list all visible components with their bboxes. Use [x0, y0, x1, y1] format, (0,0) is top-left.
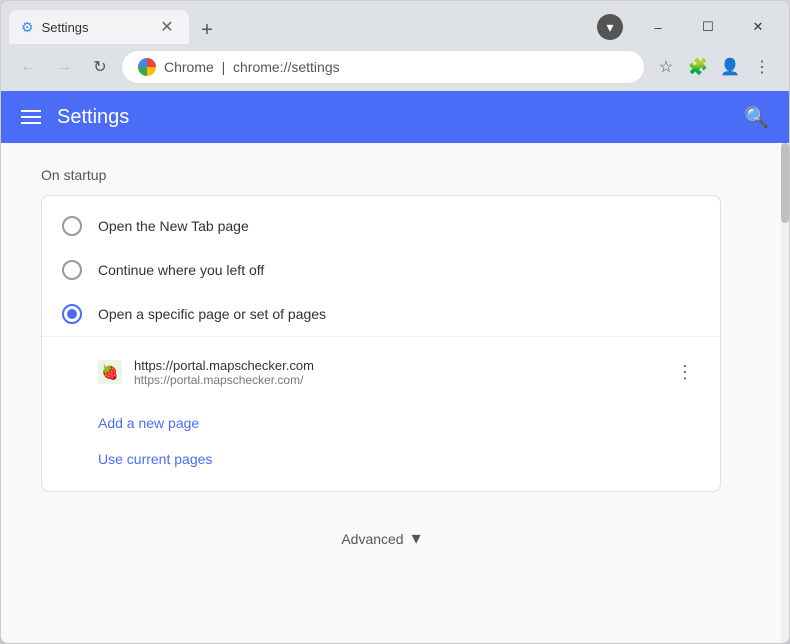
radio-circle-new-tab: [62, 216, 82, 236]
maximize-button[interactable]: ☐: [685, 10, 731, 44]
actions-section: Add a new page Use current pages: [42, 403, 720, 483]
settings-header-left: Settings: [21, 106, 129, 129]
back-button[interactable]: ←: [13, 52, 43, 82]
favicon-icon: 🍓: [101, 364, 118, 381]
tab-strip: ⚙ Settings ✕ +: [9, 10, 589, 44]
reload-button[interactable]: ↻: [85, 52, 115, 82]
hamburger-line-1: [21, 110, 41, 112]
settings-content: On startup Open the New Tab page Continu…: [1, 143, 789, 643]
advanced-section[interactable]: Advanced ▾: [41, 508, 721, 569]
profile-button[interactable]: 👤: [715, 52, 745, 82]
title-bar: ⚙ Settings ✕ + ▾ – ☐ ✕: [1, 1, 789, 45]
close-button[interactable]: ✕: [735, 10, 781, 44]
settings-header: Settings 🔍: [1, 91, 789, 143]
settings-inner: On startup Open the New Tab page Continu…: [1, 143, 761, 593]
dropdown-indicator[interactable]: ▾: [597, 14, 623, 40]
menu-button[interactable]: ⋮: [747, 52, 777, 82]
tab-close-button[interactable]: ✕: [157, 17, 177, 37]
add-new-page-button[interactable]: Add a new page: [98, 407, 700, 439]
settings-page-title: Settings: [57, 106, 129, 129]
address-input[interactable]: Chrome | chrome://settings: [121, 50, 645, 84]
tab-title: Settings: [42, 20, 149, 35]
radio-option-continue[interactable]: Continue where you left off: [42, 248, 720, 292]
radio-label-new-tab: Open the New Tab page: [98, 218, 249, 234]
hamburger-line-3: [21, 122, 41, 124]
section-title: On startup: [41, 167, 721, 183]
browser-frame: ⚙ Settings ✕ + ▾ – ☐ ✕ ← → ↻ Chrome | ch…: [0, 0, 790, 644]
use-current-pages-button[interactable]: Use current pages: [98, 443, 700, 475]
chevron-down-icon: ▾: [412, 528, 421, 549]
forward-button[interactable]: →: [49, 52, 79, 82]
hamburger-line-2: [21, 116, 41, 118]
url-texts: https://portal.mapschecker.com https://p…: [134, 358, 670, 387]
chrome-logo-icon: [138, 58, 156, 76]
radio-option-new-tab[interactable]: Open the New Tab page: [42, 204, 720, 248]
bookmark-button[interactable]: ☆: [651, 52, 681, 82]
hamburger-menu-button[interactable]: [21, 110, 41, 124]
site-favicon: 🍓: [98, 360, 122, 384]
radio-circle-continue: [62, 260, 82, 280]
radio-label-continue: Continue where you left off: [98, 262, 264, 278]
startup-url-section: 🍓 https://portal.mapschecker.com https:/…: [42, 336, 720, 403]
dropdown-arrow-icon: ▾: [606, 19, 613, 36]
extensions-button[interactable]: 🧩: [683, 52, 713, 82]
url-sub: https://portal.mapschecker.com/: [134, 373, 670, 387]
advanced-label: Advanced: [341, 531, 403, 547]
active-tab[interactable]: ⚙ Settings ✕: [9, 10, 189, 44]
address-bar: ← → ↻ Chrome | chrome://settings ☆ 🧩 👤 ⋮: [1, 45, 789, 91]
url-entry: 🍓 https://portal.mapschecker.com https:/…: [98, 349, 700, 395]
options-card: Open the New Tab page Continue where you…: [41, 195, 721, 492]
tab-icon: ⚙: [21, 19, 34, 36]
radio-option-specific[interactable]: Open a specific page or set of pages: [42, 292, 720, 336]
settings-search-icon[interactable]: 🔍: [744, 105, 769, 130]
window-controls: – ☐ ✕: [635, 10, 781, 44]
address-text: Chrome | chrome://settings: [164, 59, 340, 75]
url-more-button[interactable]: ⋮: [670, 357, 700, 387]
url-display: chrome://settings: [233, 59, 340, 75]
radio-circle-specific: [62, 304, 82, 324]
scrollbar-track[interactable]: [781, 143, 789, 643]
minimize-button[interactable]: –: [635, 10, 681, 44]
toolbar-icons: ☆ 🧩 👤 ⋮: [651, 52, 777, 82]
chrome-brand-label: Chrome: [164, 59, 214, 75]
url-main: https://portal.mapschecker.com: [134, 358, 670, 373]
scrollbar-thumb[interactable]: [781, 143, 789, 223]
new-tab-button[interactable]: +: [193, 16, 221, 44]
radio-label-specific: Open a specific page or set of pages: [98, 306, 326, 322]
